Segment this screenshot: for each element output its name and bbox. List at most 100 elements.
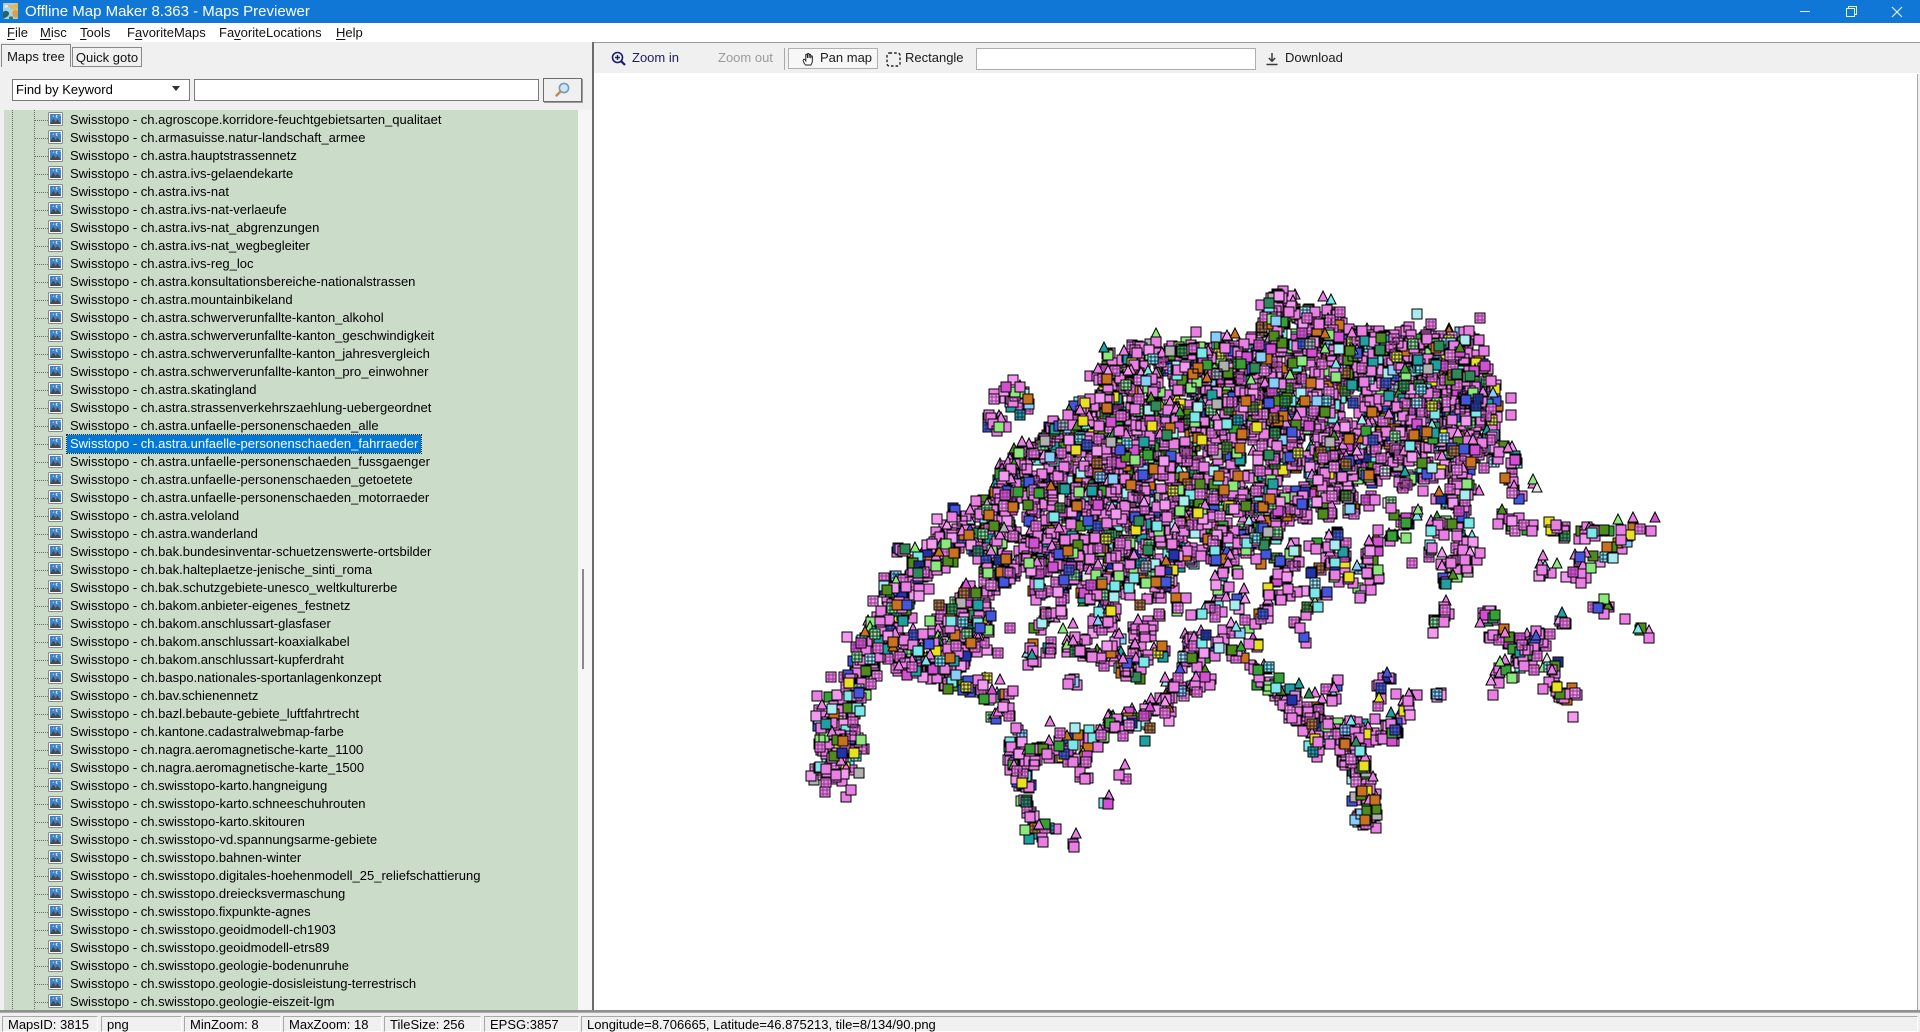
svg-text:+: + (52, 331, 54, 335)
svg-text:+: + (52, 979, 54, 983)
svg-text:+: + (52, 457, 54, 461)
svg-text:+: + (52, 709, 54, 713)
svg-text:+: + (59, 618, 61, 622)
svg-text:+: + (52, 961, 54, 965)
svg-text:+: + (52, 205, 54, 209)
svg-text:+: + (59, 906, 61, 910)
svg-text:+: + (59, 474, 61, 478)
svg-text:+: + (59, 654, 61, 658)
svg-text:+: + (59, 996, 61, 1000)
svg-text:+: + (59, 438, 61, 442)
svg-text:+: + (59, 258, 61, 262)
svg-text:+: + (52, 223, 54, 227)
svg-text:+: + (59, 456, 61, 460)
svg-text:+: + (52, 115, 54, 119)
svg-text:+: + (59, 978, 61, 982)
svg-text:+: + (59, 924, 61, 928)
svg-text:+: + (52, 637, 54, 641)
svg-text:+: + (52, 619, 54, 623)
svg-text:+: + (59, 366, 61, 370)
svg-text:+: + (52, 277, 54, 281)
svg-text:+: + (59, 276, 61, 280)
svg-text:+: + (52, 169, 54, 173)
svg-text:+: + (59, 312, 61, 316)
svg-text:+: + (59, 150, 61, 154)
svg-text:+: + (59, 780, 61, 784)
svg-text:+: + (52, 475, 54, 479)
svg-text:+: + (52, 853, 54, 857)
svg-text:+: + (59, 708, 61, 712)
svg-text:+: + (59, 420, 61, 424)
svg-text:+: + (52, 295, 54, 299)
svg-text:+: + (52, 601, 54, 605)
svg-text:+: + (52, 349, 54, 353)
svg-text:+: + (52, 745, 54, 749)
svg-text:+: + (59, 852, 61, 856)
svg-text:+: + (52, 565, 54, 569)
svg-text:+: + (52, 403, 54, 407)
svg-text:+: + (52, 763, 54, 767)
svg-text:+: + (52, 781, 54, 785)
svg-text:+: + (59, 222, 61, 226)
svg-text:+: + (52, 925, 54, 929)
svg-text:+: + (59, 888, 61, 892)
svg-text:+: + (52, 727, 54, 731)
svg-text:+: + (52, 493, 54, 497)
svg-text:+: + (59, 348, 61, 352)
svg-text:+: + (59, 384, 61, 388)
svg-text:+: + (52, 691, 54, 695)
svg-text:+: + (52, 835, 54, 839)
svg-text:+: + (52, 439, 54, 443)
svg-text:+: + (59, 510, 61, 514)
svg-text:+: + (59, 564, 61, 568)
svg-text:+: + (59, 204, 61, 208)
svg-text:+: + (52, 259, 54, 263)
svg-text:+: + (59, 546, 61, 550)
svg-text:+: + (52, 133, 54, 137)
svg-text:+: + (52, 817, 54, 821)
svg-text:+: + (59, 816, 61, 820)
svg-text:+: + (52, 511, 54, 515)
svg-text:+: + (59, 492, 61, 496)
svg-text:+: + (59, 240, 61, 244)
svg-text:+: + (59, 600, 61, 604)
svg-text:+: + (59, 294, 61, 298)
svg-text:+: + (52, 241, 54, 245)
svg-text:+: + (59, 762, 61, 766)
svg-text:+: + (59, 114, 61, 118)
svg-text:+: + (59, 690, 61, 694)
svg-text:+: + (52, 367, 54, 371)
svg-text:+: + (59, 960, 61, 964)
svg-text:+: + (59, 528, 61, 532)
svg-text:+: + (52, 547, 54, 551)
svg-text:+: + (52, 151, 54, 155)
svg-text:+: + (59, 186, 61, 190)
svg-text:+: + (52, 997, 54, 1001)
svg-text:+: + (59, 132, 61, 136)
svg-text:+: + (59, 330, 61, 334)
svg-text:+: + (59, 582, 61, 586)
svg-text:+: + (52, 187, 54, 191)
svg-text:+: + (59, 834, 61, 838)
svg-text:+: + (59, 744, 61, 748)
svg-text:+: + (59, 798, 61, 802)
svg-text:+: + (59, 870, 61, 874)
svg-text:+: + (59, 636, 61, 640)
svg-text:+: + (52, 907, 54, 911)
svg-text:+: + (52, 385, 54, 389)
svg-text:+: + (52, 799, 54, 803)
svg-text:+: + (52, 889, 54, 893)
svg-text:+: + (59, 942, 61, 946)
svg-text:+: + (52, 421, 54, 425)
svg-text:+: + (59, 726, 61, 730)
svg-text:+: + (52, 583, 54, 587)
svg-text:+: + (52, 313, 54, 317)
svg-text:+: + (52, 529, 54, 533)
svg-text:+: + (52, 943, 54, 947)
svg-text:+: + (52, 871, 54, 875)
svg-text:+: + (52, 655, 54, 659)
svg-text:+: + (59, 672, 61, 676)
svg-text:+: + (59, 402, 61, 406)
svg-text:+: + (52, 673, 54, 677)
svg-text:+: + (59, 168, 61, 172)
